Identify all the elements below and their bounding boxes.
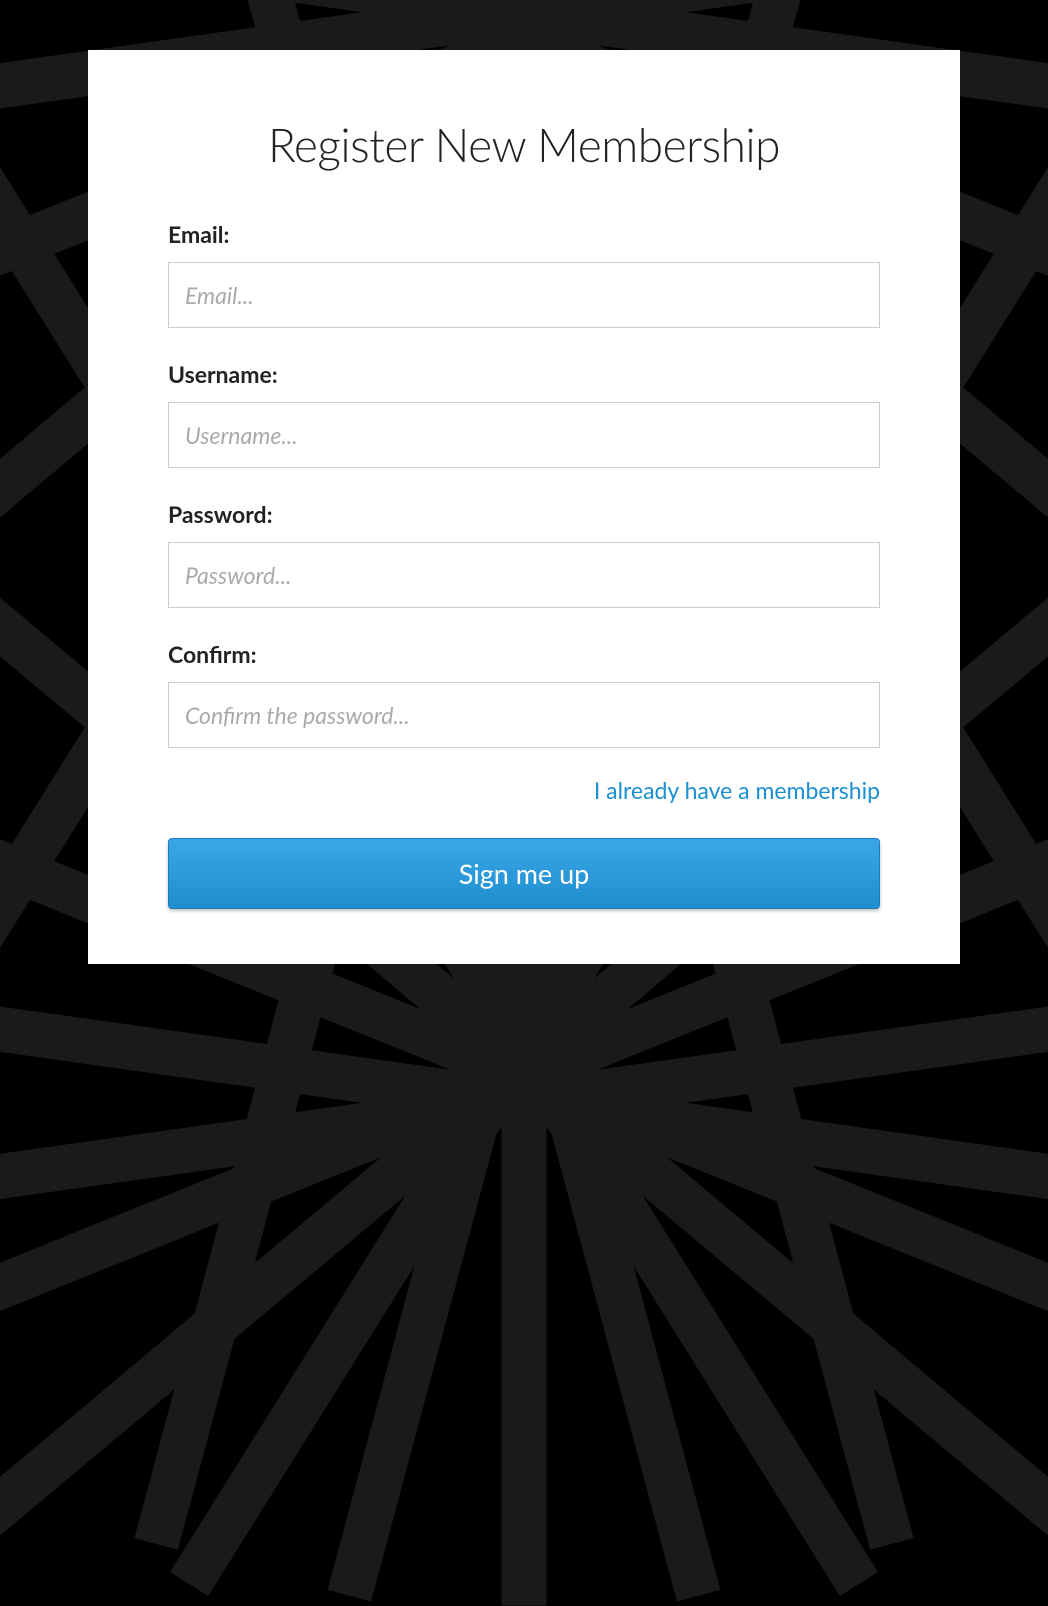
email-label: Email:: [168, 220, 880, 248]
confirm-group: Confirm:: [168, 640, 880, 748]
email-group: Email:: [168, 220, 880, 328]
confirm-label: Confirm:: [168, 640, 880, 668]
password-label: Password:: [168, 500, 880, 528]
password-group: Password:: [168, 500, 880, 608]
confirm-input[interactable]: [168, 682, 880, 748]
existing-membership-link[interactable]: I already have a membership: [594, 776, 880, 804]
signup-button[interactable]: Sign me up: [168, 838, 880, 909]
username-input[interactable]: [168, 402, 880, 468]
existing-membership-row: I already have a membership: [168, 776, 880, 804]
password-input[interactable]: [168, 542, 880, 608]
registration-form: Register New Membership Email: Username:…: [88, 50, 960, 964]
page-title: Register New Membership: [168, 117, 880, 172]
username-group: Username:: [168, 360, 880, 468]
username-label: Username:: [168, 360, 880, 388]
email-input[interactable]: [168, 262, 880, 328]
